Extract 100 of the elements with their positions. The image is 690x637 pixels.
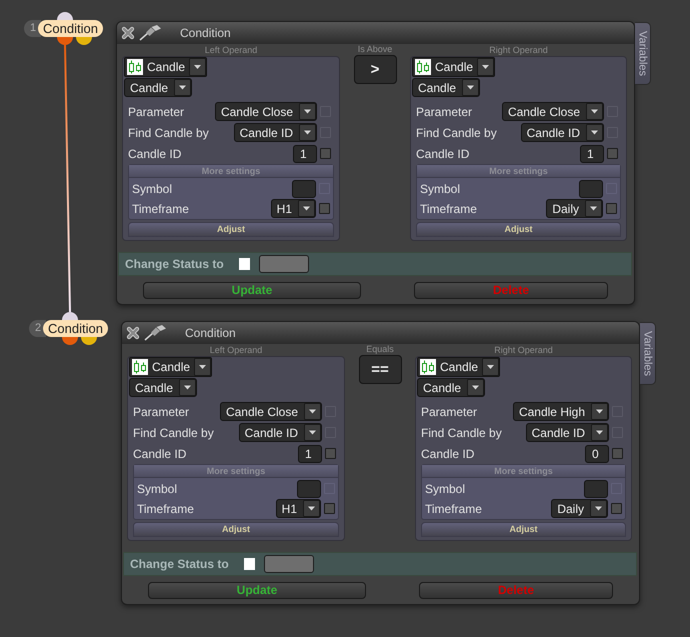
close-icon[interactable]: [126, 326, 140, 340]
input-field[interactable]: 0: [585, 444, 609, 462]
checkbox[interactable]: [324, 503, 335, 514]
adjust-button[interactable]: Adjust: [416, 222, 621, 237]
field-label: Parameter: [416, 104, 472, 120]
dropdown[interactable]: Candle: [417, 357, 500, 377]
window-title: Condition: [185, 325, 236, 342]
port-icon[interactable]: [81, 337, 97, 345]
field-label: Symbol: [420, 180, 460, 198]
field-label: Symbol: [137, 480, 178, 498]
field-label: Parameter: [128, 104, 184, 120]
caret-icon: [303, 500, 320, 517]
field-label: Timeframe: [420, 200, 477, 218]
caret-icon: [591, 403, 608, 420]
operator-label: Is Above: [358, 44, 392, 55]
dropdown[interactable]: Candle: [417, 378, 486, 397]
field-label: Parameter: [421, 404, 478, 420]
operator-button[interactable]: >: [354, 55, 396, 84]
dropdown[interactable]: Candle: [129, 378, 198, 397]
operator-button[interactable]: ==: [358, 355, 402, 384]
checkbox[interactable]: [606, 203, 617, 214]
dropdown[interactable]: Candle ID: [238, 423, 322, 442]
adjust-button[interactable]: Adjust: [133, 522, 339, 537]
dropdown[interactable]: Candle: [412, 57, 496, 77]
input-field[interactable]: 1: [580, 144, 604, 162]
input-field[interactable]: [297, 480, 321, 498]
caret-icon: [462, 79, 480, 96]
close-icon[interactable]: [121, 26, 135, 40]
status-field[interactable]: [258, 255, 309, 273]
dropdown[interactable]: H1: [276, 499, 321, 518]
input-field[interactable]: [579, 180, 603, 198]
dropdown[interactable]: Candle Close: [214, 102, 317, 121]
dropdown[interactable]: Daily: [551, 499, 608, 518]
dropdown[interactable]: Daily: [546, 199, 603, 218]
checkbox[interactable]: [612, 448, 623, 459]
operand-heading: Right Operand: [489, 44, 548, 56]
candlestick-icon: [127, 59, 143, 75]
caret-icon: [304, 403, 321, 420]
caret-icon: [298, 200, 315, 217]
input-field[interactable]: [584, 480, 608, 498]
candlestick-icon: [420, 359, 436, 375]
field-label: Candle ID: [128, 146, 182, 162]
caret-icon: [591, 424, 608, 441]
field-label: Find Candle by: [133, 424, 214, 442]
field-label: Timeframe: [132, 200, 189, 218]
caret-icon: [304, 424, 321, 441]
port-icon[interactable]: [76, 37, 92, 45]
operand-heading: Right Operand: [494, 344, 553, 356]
operand-heading: Left Operand: [210, 344, 262, 356]
checkbox[interactable]: [325, 448, 336, 459]
dropdown[interactable]: Candle Close: [220, 402, 322, 421]
node-label[interactable]: Condition: [38, 20, 103, 37]
pin-icon[interactable]: [139, 25, 162, 41]
status-field[interactable]: [264, 555, 314, 573]
status-label: Change Status to: [125, 256, 224, 273]
field-label: Timeframe: [425, 500, 482, 518]
dropdown[interactable]: Candle: [124, 57, 208, 77]
checkbox[interactable]: [238, 258, 250, 270]
update-button[interactable]: Update: [148, 582, 366, 599]
dropdown[interactable]: Candle: [124, 78, 192, 97]
operand-heading: Left Operand: [204, 44, 258, 56]
adjust-button[interactable]: Adjust: [421, 522, 626, 537]
update-button[interactable]: Update: [143, 282, 361, 299]
caret-icon: [299, 103, 316, 120]
input-field[interactable]: 1: [293, 144, 317, 162]
adjust-button[interactable]: Adjust: [128, 222, 334, 237]
dropdown[interactable]: Candle: [129, 357, 212, 377]
dropdown[interactable]: Candle High: [512, 402, 609, 421]
variables-tab[interactable]: Variables: [640, 322, 656, 385]
port-icon[interactable]: [62, 312, 78, 320]
checkbox[interactable]: [607, 148, 618, 159]
dropdown[interactable]: Candle ID: [520, 123, 604, 142]
checkbox[interactable]: [319, 203, 330, 214]
pin-icon[interactable]: [144, 325, 167, 341]
field-label: Candle ID: [416, 146, 470, 162]
port-icon[interactable]: [57, 12, 73, 20]
dropdown[interactable]: Candle ID: [234, 123, 317, 142]
caret-icon: [467, 379, 484, 396]
variables-tab[interactable]: Variables: [635, 22, 651, 85]
node-label[interactable]: Condition: [43, 320, 108, 337]
checkbox[interactable]: [244, 558, 255, 570]
checkbox[interactable]: [611, 503, 622, 514]
field-label: Timeframe: [137, 500, 194, 518]
dropdown[interactable]: H1: [270, 199, 316, 218]
field-label: Symbol: [132, 180, 172, 198]
caret-icon: [299, 124, 316, 141]
candlestick-icon: [132, 359, 148, 375]
field-label: Parameter: [133, 404, 190, 420]
input-field[interactable]: 1: [298, 444, 322, 462]
dropdown[interactable]: Candle Close: [502, 102, 604, 121]
caret-icon: [585, 200, 602, 217]
field-label: Symbol: [425, 480, 466, 498]
operator-label: Equals: [366, 344, 394, 355]
dropdown[interactable]: Candle: [412, 78, 480, 97]
input-field[interactable]: [292, 180, 316, 198]
field-label: Find Candle by: [421, 424, 502, 442]
caret-icon: [174, 79, 192, 96]
checkbox[interactable]: [320, 148, 331, 159]
caret-icon: [179, 379, 196, 396]
dropdown[interactable]: Candle ID: [526, 423, 609, 442]
